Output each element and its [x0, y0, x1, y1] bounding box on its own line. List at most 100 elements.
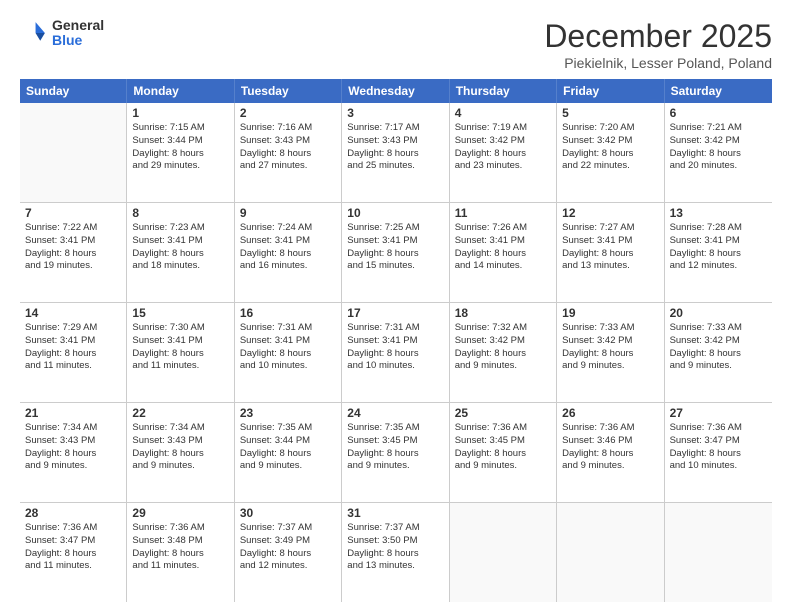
cell-line: Sunset: 3:42 PM [562, 335, 658, 348]
cell-line: and 16 minutes. [240, 260, 336, 273]
cell-line: Sunset: 3:41 PM [25, 335, 121, 348]
cell-line: Daylight: 8 hours [347, 448, 443, 461]
cal-cell: 2Sunrise: 7:16 AMSunset: 3:43 PMDaylight… [235, 103, 342, 202]
cell-line: Sunset: 3:47 PM [670, 435, 767, 448]
cal-cell: 3Sunrise: 7:17 AMSunset: 3:43 PMDaylight… [342, 103, 449, 202]
cell-line: Daylight: 8 hours [347, 348, 443, 361]
cell-line: Daylight: 8 hours [25, 548, 121, 561]
day-number: 26 [562, 406, 658, 420]
cell-line: Sunrise: 7:17 AM [347, 122, 443, 135]
day-number: 4 [455, 106, 551, 120]
day-number: 27 [670, 406, 767, 420]
day-number: 28 [25, 506, 121, 520]
cell-line: and 19 minutes. [25, 260, 121, 273]
cell-line: Sunrise: 7:36 AM [562, 422, 658, 435]
day-number: 14 [25, 306, 121, 320]
day-number: 18 [455, 306, 551, 320]
cell-line: Sunrise: 7:28 AM [670, 222, 767, 235]
day-number: 16 [240, 306, 336, 320]
cell-line: Sunset: 3:41 PM [132, 235, 228, 248]
cell-line: Sunrise: 7:37 AM [347, 522, 443, 535]
cell-line: Sunrise: 7:24 AM [240, 222, 336, 235]
cell-line: and 9 minutes. [132, 460, 228, 473]
cal-cell: 1Sunrise: 7:15 AMSunset: 3:44 PMDaylight… [127, 103, 234, 202]
calendar-body: 1Sunrise: 7:15 AMSunset: 3:44 PMDaylight… [20, 103, 772, 602]
cell-line: Daylight: 8 hours [562, 148, 658, 161]
cal-header-day: Thursday [450, 79, 557, 103]
month-title: December 2025 [544, 18, 772, 55]
cell-line: and 11 minutes. [132, 560, 228, 573]
cell-line: and 13 minutes. [347, 560, 443, 573]
cell-line: and 20 minutes. [670, 160, 767, 173]
logo-text: General Blue [52, 18, 104, 49]
cell-line: Sunset: 3:41 PM [240, 335, 336, 348]
cal-cell: 22Sunrise: 7:34 AMSunset: 3:43 PMDayligh… [127, 403, 234, 502]
cell-line: and 27 minutes. [240, 160, 336, 173]
day-number: 6 [670, 106, 767, 120]
cell-line: and 9 minutes. [347, 460, 443, 473]
cell-line: Sunrise: 7:29 AM [25, 322, 121, 335]
cal-cell: 31Sunrise: 7:37 AMSunset: 3:50 PMDayligh… [342, 503, 449, 602]
cell-line: Daylight: 8 hours [240, 248, 336, 261]
cell-line: Daylight: 8 hours [132, 548, 228, 561]
cell-line: and 9 minutes. [25, 460, 121, 473]
cal-header-day: Tuesday [235, 79, 342, 103]
cell-line: Sunset: 3:48 PM [132, 535, 228, 548]
cell-line: Sunrise: 7:33 AM [670, 322, 767, 335]
day-number: 9 [240, 206, 336, 220]
cal-cell: 14 Sunrise: 7:29 AMSunset: 3:41 PMDayligh… [20, 303, 127, 402]
logo-icon [20, 19, 48, 47]
cal-cell: 9Sunrise: 7:24 AMSunset: 3:41 PMDaylight… [235, 203, 342, 302]
cell-line: Sunrise: 7:19 AM [455, 122, 551, 135]
cell-line: Sunset: 3:42 PM [455, 335, 551, 348]
day-number: 10 [347, 206, 443, 220]
cal-row: 21Sunrise: 7:34 AMSunset: 3:43 PMDayligh… [20, 403, 772, 503]
day-number: 8 [132, 206, 228, 220]
cell-line: Sunset: 3:41 PM [25, 235, 121, 248]
day-number: 15 [132, 306, 228, 320]
cal-cell: 13Sunrise: 7:28 AMSunset: 3:41 PMDayligh… [665, 203, 772, 302]
cell-line: and 22 minutes. [562, 160, 658, 173]
cell-line: Sunset: 3:43 PM [132, 435, 228, 448]
cell-line: and 13 minutes. [562, 260, 658, 273]
cell-line: Sunrise: 7:20 AM [562, 122, 658, 135]
cell-line: Sunrise: 7:25 AM [347, 222, 443, 235]
cell-line: Sunset: 3:45 PM [455, 435, 551, 448]
cell-line: Daylight: 8 hours [562, 448, 658, 461]
cal-cell: 11Sunrise: 7:26 AMSunset: 3:41 PMDayligh… [450, 203, 557, 302]
day-number: 21 [25, 406, 121, 420]
logo-blue-text: Blue [52, 33, 104, 48]
cell-line: Daylight: 8 hours [347, 248, 443, 261]
page: General Blue December 2025 Piekielnik, L… [0, 0, 792, 612]
cal-cell: 4Sunrise: 7:19 AMSunset: 3:42 PMDaylight… [450, 103, 557, 202]
day-number: 11 [455, 206, 551, 220]
logo: General Blue [20, 18, 104, 49]
cell-line: and 9 minutes. [455, 460, 551, 473]
cell-line: Sunrise: 7:35 AM [240, 422, 336, 435]
cal-header-day: Monday [127, 79, 234, 103]
cal-header-day: Saturday [665, 79, 772, 103]
cell-line: Sunset: 3:43 PM [240, 135, 336, 148]
cell-line: Daylight: 8 hours [132, 448, 228, 461]
cell-line: Sunrise: 7:31 AM [347, 322, 443, 335]
header: General Blue December 2025 Piekielnik, L… [20, 18, 772, 71]
cell-line: and 25 minutes. [347, 160, 443, 173]
cell-line: and 23 minutes. [455, 160, 551, 173]
cell-line: Daylight: 8 hours [132, 248, 228, 261]
cal-cell: 5Sunrise: 7:20 AMSunset: 3:42 PMDaylight… [557, 103, 664, 202]
day-number: 7 [25, 206, 121, 220]
cell-line: Daylight: 8 hours [25, 348, 121, 361]
day-number: 24 [347, 406, 443, 420]
cell-line: Sunrise: 7:35 AM [347, 422, 443, 435]
cell-line: Sunset: 3:42 PM [562, 135, 658, 148]
cell-line: and 29 minutes. [132, 160, 228, 173]
cal-cell: 10 Sunrise: 7:25 AMSunset: 3:41 PMDayligh… [342, 203, 449, 302]
cal-cell: 30Sunrise: 7:37 AMSunset: 3:49 PMDayligh… [235, 503, 342, 602]
cell-line: Daylight: 8 hours [25, 248, 121, 261]
cell-line: and 10 minutes. [670, 460, 767, 473]
cal-cell: 12Sunrise: 7:27 AMSunset: 3:41 PMDayligh… [557, 203, 664, 302]
cell-line: Sunset: 3:41 PM [347, 235, 443, 248]
cell-line: and 10 minutes. [240, 360, 336, 373]
cell-line: Sunrise: 7:33 AM [562, 322, 658, 335]
cal-cell: 17Sunrise: 7:31 AMSunset: 3:41 PMDayligh… [342, 303, 449, 402]
